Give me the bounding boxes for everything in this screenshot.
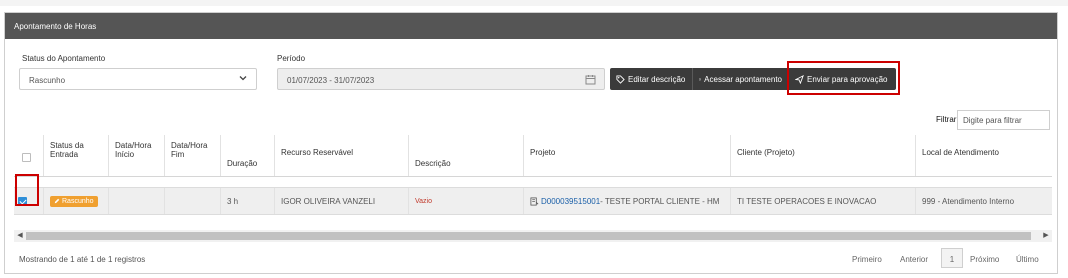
scroll-right-icon[interactable]: ▶ [1042, 232, 1050, 240]
row-inicio [109, 188, 165, 214]
page-next[interactable]: Próximo [970, 255, 999, 264]
col-local[interactable]: Local de Atendimento [916, 135, 1052, 176]
chevron-down-icon [239, 76, 247, 81]
scroll-left-icon[interactable]: ◀ [16, 232, 24, 240]
timesheet-panel: Apontamento de Horas Status do Apontamen… [4, 12, 1058, 274]
filter-placeholder: Digite para filtrar [963, 116, 1022, 125]
col-status-entrada[interactable]: Status da Entrada [44, 135, 109, 176]
status-select[interactable]: Rascunho [19, 68, 257, 90]
panel-title: Apontamento de Horas [5, 13, 1057, 39]
period-label: Período [277, 54, 306, 63]
edit-icon [699, 78, 702, 80]
row-recurso: IGOR OLIVEIRA VANZELI [275, 188, 409, 214]
row-descricao-cell: Vazio [409, 188, 524, 214]
horizontal-scrollbar[interactable]: ◀ ▶ [14, 230, 1052, 242]
col-duracao[interactable]: Duração [221, 135, 275, 176]
page-first[interactable]: Primeiro [852, 255, 882, 264]
col-inicio[interactable]: Data/Hora Início [109, 135, 165, 176]
row-descricao[interactable]: Vazio [415, 198, 432, 205]
status-badge: Rascunho [50, 195, 98, 207]
pencil-icon [54, 198, 60, 204]
page-last[interactable]: Último [1016, 255, 1039, 264]
filter-input[interactable]: Digite para filtrar [957, 110, 1050, 130]
status-label: Status do Apontamento [22, 54, 106, 63]
top-divider [0, 0, 1068, 6]
col-descricao[interactable]: Descrição [409, 135, 524, 176]
send-approval-highlight [787, 61, 900, 95]
row-checkbox-highlight [15, 174, 39, 206]
edit-description-button[interactable]: Editar descrição [610, 68, 693, 90]
access-entry-button[interactable]: Acessar apontamento [693, 68, 789, 90]
pagination-info: Mostrando de 1 até 1 de 1 registros [19, 255, 146, 264]
col-cliente[interactable]: Cliente (Projeto) [731, 135, 916, 176]
project-link[interactable]: D000039515001 [541, 197, 600, 206]
page-current[interactable]: 1 [941, 248, 963, 268]
page-prev[interactable]: Anterior [900, 255, 928, 264]
project-name: - TESTE PORTAL CLIENTE - HM [600, 196, 720, 206]
col-projeto[interactable]: Projeto [524, 135, 731, 176]
row-fim [165, 188, 221, 214]
table-row[interactable]: Rascunho 3 h IGOR OLIVEIRA VANZELI Vazio… [14, 187, 1052, 215]
edit-description-label: Editar descrição [628, 74, 686, 84]
period-date-range[interactable]: 01/07/2023 - 31/07/2023 [277, 68, 605, 90]
access-entry-label: Acessar apontamento [704, 74, 782, 84]
tag-icon [616, 74, 625, 84]
status-badge-label: Rascunho [62, 197, 94, 205]
row-projeto-cell: D000039515001 - TESTE PORTAL CLIENTE - H… [524, 188, 731, 214]
table-header-row: Status da Entrada Data/Hora Início Data/… [14, 135, 1052, 177]
col-fim[interactable]: Data/Hora Fim [165, 135, 221, 176]
row-local: 999 - Atendimento Interno [922, 196, 1015, 206]
scroll-thumb[interactable] [26, 232, 1031, 240]
filter-label: Filtrar [936, 115, 957, 124]
row-status-cell: Rascunho [44, 188, 109, 214]
row-duracao: 3 h [221, 188, 275, 214]
status-select-value: Rascunho [29, 76, 66, 85]
col-recurso[interactable]: Recurso Reservável [275, 135, 409, 176]
select-all-checkbox[interactable] [22, 153, 31, 162]
row-cliente: TI TESTE OPERACOES E INOVACAO [731, 188, 916, 214]
select-all-cell [14, 135, 44, 176]
period-value: 01/07/2023 - 31/07/2023 [287, 76, 375, 85]
calendar-icon[interactable] [585, 74, 596, 85]
project-icon [530, 196, 539, 206]
